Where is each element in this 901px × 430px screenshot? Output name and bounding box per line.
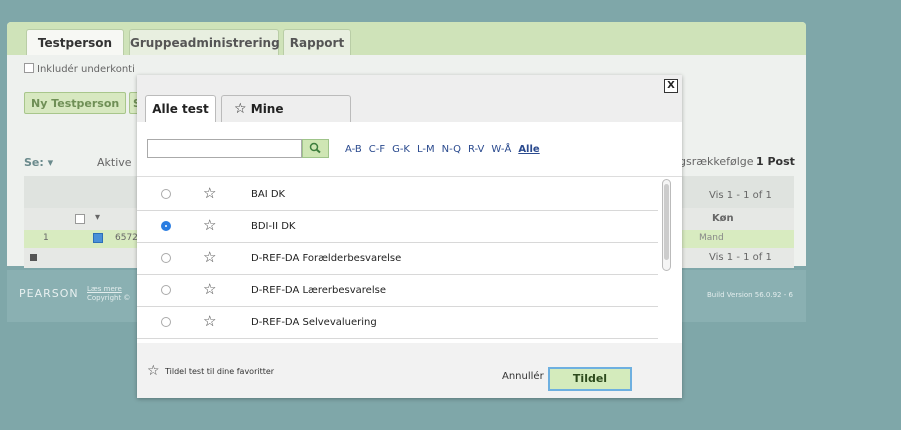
letter-filter-gk[interactable]: G-K xyxy=(392,144,410,155)
letter-filter-wa[interactable]: W-Å xyxy=(491,144,511,155)
include-sub-checkbox[interactable] xyxy=(24,63,34,73)
star-icon[interactable]: ☆ xyxy=(203,185,216,201)
list-item[interactable]: ☆ D-REF-DA Lærerbesvarelse xyxy=(137,275,658,307)
tab-my-favorites[interactable]: ☆ Mine favoritter xyxy=(221,95,351,143)
pager-top: Vis 1 - 1 of 1 xyxy=(709,190,772,201)
test-name: D-REF-DA Forælderbesvarelse xyxy=(251,253,402,264)
test-radio-selected[interactable] xyxy=(161,221,171,231)
tab-all-tests[interactable]: Alle test xyxy=(145,95,216,123)
letter-filter: A-B C-F G-K L-M N-Q R-V W-Å Alle xyxy=(345,144,547,155)
pager-bottom: Vis 1 - 1 of 1 xyxy=(709,252,772,263)
learn-more-link[interactable]: Læs mere xyxy=(87,285,122,293)
letter-filter-nq[interactable]: N-Q xyxy=(442,144,461,155)
tab-testperson[interactable]: Testperson xyxy=(26,29,124,55)
star-icon: ☆ xyxy=(147,363,160,379)
list-item[interactable]: ☆ D-REF-DA Selvevaluering xyxy=(137,307,658,339)
sort-label: gsrækkefølge xyxy=(679,155,754,168)
list-item[interactable]: ☆ BDI-II DK xyxy=(137,211,658,243)
tab-rapport[interactable]: Rapport xyxy=(283,29,351,55)
tab-gruppeadministrering[interactable]: Gruppeadministrering xyxy=(129,29,280,55)
test-radio[interactable] xyxy=(161,317,171,327)
letter-filter-ab[interactable]: A-B xyxy=(345,144,362,155)
dialog-footer: ☆ Tildel test til dine favoritter Annull… xyxy=(137,343,682,398)
scrollbar-thumb[interactable] xyxy=(664,184,669,260)
row-number: 1 xyxy=(43,233,49,243)
copyright-text: Copyright © xyxy=(87,294,131,302)
column-header-kon[interactable]: Køn xyxy=(712,213,734,224)
letter-filter-cf[interactable]: C-F xyxy=(369,144,385,155)
search-input[interactable] xyxy=(147,139,302,158)
row-checkbox[interactable] xyxy=(93,233,103,243)
select-all-checkbox[interactable] xyxy=(75,214,85,224)
test-name: BDI-II DK xyxy=(251,221,296,232)
row-kon: Mand xyxy=(699,233,724,243)
filter-aktive[interactable]: Aktive xyxy=(97,156,132,169)
grid-settings-icon[interactable] xyxy=(30,254,37,261)
test-radio[interactable] xyxy=(161,253,171,263)
top-tab-bar: Testperson Gruppeadministrering Rapport xyxy=(7,22,806,55)
star-icon[interactable]: ☆ xyxy=(203,249,216,265)
test-radio[interactable] xyxy=(161,189,171,199)
row-id: 6572 xyxy=(115,233,138,243)
test-name: D-REF-DA Lærerbesvarelse xyxy=(251,285,386,296)
build-version: Build Version 56.0.92 - 6 xyxy=(707,291,793,299)
sort-icon[interactable]: ▾ xyxy=(95,212,100,223)
pearson-logo: PEARSON xyxy=(19,287,79,300)
star-icon[interactable]: ☆ xyxy=(203,313,216,329)
dialog-header: X Alle test ☆ Mine favoritter xyxy=(137,75,682,143)
post-count: 1 Post xyxy=(756,155,795,168)
include-sub-label: Inkludér underkonti xyxy=(37,64,135,75)
letter-filter-rv[interactable]: R-V xyxy=(468,144,484,155)
star-icon[interactable]: ☆ xyxy=(203,281,216,297)
include-sub-row[interactable]: Inkludér underkonti xyxy=(24,63,135,75)
test-name: D-REF-DA Selvevaluering xyxy=(251,317,377,328)
letter-filter-all[interactable]: Alle xyxy=(518,144,539,155)
search-icon xyxy=(309,142,321,154)
star-icon[interactable]: ☆ xyxy=(203,217,216,233)
star-icon: ☆ xyxy=(234,101,247,117)
test-radio[interactable] xyxy=(161,285,171,295)
filter-se-dropdown[interactable]: Se: ▾ xyxy=(24,156,53,169)
search-button[interactable] xyxy=(302,139,329,158)
list-item[interactable]: ☆ BAI DK xyxy=(137,179,658,211)
search-area: A-B C-F G-K L-M N-Q R-V W-Å Alle xyxy=(137,122,682,177)
test-name: BAI DK xyxy=(251,189,286,200)
list-item[interactable]: ☆ D-REF-DA Forælderbesvarelse xyxy=(137,243,658,275)
close-icon[interactable]: X xyxy=(664,79,678,93)
assign-button[interactable]: Tildel xyxy=(548,367,632,391)
test-picker-dialog: X Alle test ☆ Mine favoritter A-B C-F G-K L… xyxy=(137,75,682,398)
new-testperson-button[interactable]: Ny Testperson xyxy=(24,92,127,114)
favorite-hint: Tildel test til dine favoritter xyxy=(165,367,275,376)
list-scrollbar[interactable] xyxy=(662,179,671,271)
letter-filter-lm[interactable]: L-M xyxy=(417,144,435,155)
cancel-button[interactable]: Annullér xyxy=(502,371,544,382)
test-list: ☆ BAI DK ☆ BDI-II DK ☆ D-REF-DA Forælder… xyxy=(137,179,668,343)
